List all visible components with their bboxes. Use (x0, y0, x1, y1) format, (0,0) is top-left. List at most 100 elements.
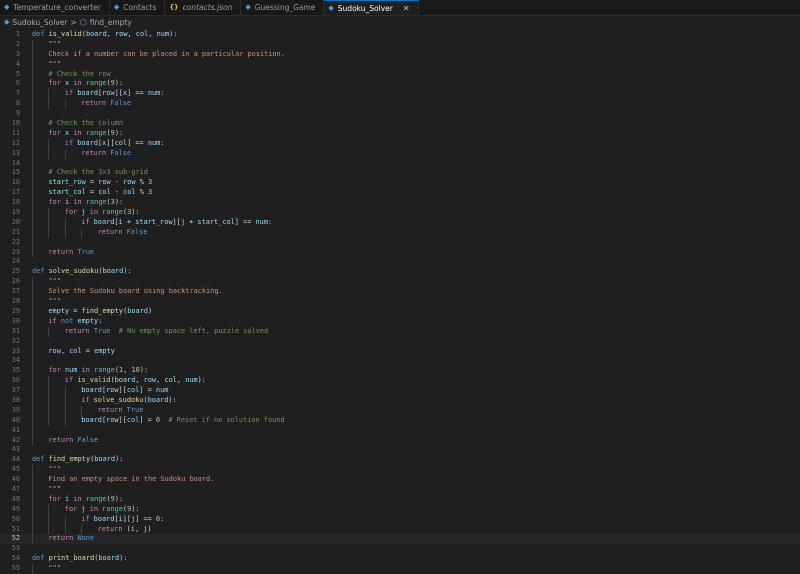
code-line[interactable]: 9 (0, 109, 800, 120)
code-text: # Check the column (48, 119, 123, 129)
code-line[interactable]: 47 """ (0, 484, 800, 495)
code-line[interactable]: 49 for j in range(9): (0, 504, 800, 515)
code-line[interactable]: 21 return False (0, 227, 800, 238)
code-line[interactable]: 55 """ (0, 564, 800, 574)
code-line[interactable]: 15 # Check the 3x3 sub-grid (0, 168, 800, 179)
line-number: 10 (11, 119, 20, 128)
code-line[interactable]: 37 board[row][col] = num (0, 386, 800, 396)
code-token: ): (114, 494, 124, 503)
code-token: ] = (139, 386, 156, 395)
code-line[interactable]: 31 return True # No empty space left, puz… (0, 326, 800, 337)
indent-guide (32, 49, 33, 60)
code-token: ): (114, 198, 124, 207)
code-line[interactable]: 25 def solve_sudoku(board): (0, 267, 800, 277)
close-tab-icon[interactable]: ✕ (403, 4, 410, 13)
code-line[interactable]: 24 (0, 257, 800, 267)
code-line[interactable]: 1 def is_valid(board, row, col, num): (0, 30, 800, 40)
code-line[interactable]: 30 if not empty: (0, 316, 800, 327)
code-line[interactable]: 38 if solve_sudoku(board): (0, 395, 800, 406)
line-number: 24 (11, 257, 20, 266)
code-line[interactable]: 43 (0, 445, 800, 455)
code-token: ][ (114, 89, 123, 98)
code-line[interactable]: 52 return None (0, 534, 800, 545)
code-line[interactable]: 13 return False (0, 148, 800, 159)
code-token: ][ (118, 386, 127, 395)
code-line[interactable]: 29 empty = find_empty(board) (0, 306, 800, 317)
code-line[interactable]: 6 for x in range(9): (0, 79, 800, 90)
code-line[interactable]: 8 return False (0, 99, 800, 110)
code-line[interactable]: 32 (0, 336, 800, 347)
tab-contacts[interactable]: ◆ Contacts (110, 0, 166, 15)
code-token: + (122, 217, 136, 226)
code-line[interactable]: 5 # Check the row (0, 69, 800, 80)
code-token: = (81, 346, 95, 355)
code-token: False (126, 227, 148, 236)
code-line[interactable]: 12 if board[x][col] == num: (0, 138, 800, 149)
tab-contacts-json[interactable]: {} contacts.json (165, 0, 242, 15)
code-line[interactable]: 40 board[row][col] = 0 # Reset if no solu… (0, 415, 800, 426)
code-line[interactable]: 20 if board[i + start_row][j + start_col]… (0, 217, 800, 228)
code-token: num (147, 89, 161, 98)
code-line[interactable]: 14 (0, 158, 800, 169)
tab-guessing-game[interactable]: ◆ Guessing_Game (241, 0, 325, 15)
code-line[interactable]: 34 (0, 356, 800, 367)
indent-guide (48, 227, 50, 238)
indent-guide (48, 376, 50, 387)
code-line[interactable]: 7 if board[row][x] == num: (0, 89, 800, 100)
code-line[interactable]: 18 for i in range(3): (0, 198, 800, 209)
code-token: is_valid (77, 376, 111, 385)
breadcrumb-file[interactable]: Sudoku_Solver (12, 18, 67, 27)
indent-guide (32, 99, 33, 110)
indent-guide (32, 237, 33, 248)
code-line[interactable]: 36 if is_valid(board, row, col, num): (0, 376, 800, 387)
code-token: def (32, 30, 49, 38)
tab-temperature-converter[interactable]: ◆ Temperature_converter (0, 0, 110, 15)
code-line[interactable]: 17 start_col = col - col % 3 (0, 188, 800, 199)
line-number: 1 (15, 30, 20, 38)
indent-guide (81, 524, 83, 535)
indent-guide (32, 188, 33, 199)
code-line[interactable]: 41 (0, 425, 800, 436)
code-token: is_valid (48, 30, 82, 38)
code-line[interactable]: 23 return True (0, 247, 800, 258)
code-line[interactable]: 48 for i in range(9): (0, 494, 800, 505)
code-text: """ (48, 485, 60, 495)
code-line[interactable]: 11 for x in range(9): (0, 128, 800, 139)
code-line[interactable]: 45 """ (0, 465, 800, 476)
code-line[interactable]: 4 """ (0, 59, 800, 70)
line-number: 45 (11, 465, 20, 474)
code-token: - (110, 188, 124, 197)
code-line[interactable]: 54 def print_board(board): (0, 554, 800, 564)
code-line[interactable]: 3 Check if a number can be placed in a pa… (0, 49, 800, 60)
code-line[interactable]: 22 (0, 237, 800, 248)
code-line[interactable]: 19 for j in range(3): (0, 208, 800, 218)
code-editor[interactable]: 1 def is_valid(board, row, col, num): 2 """… (0, 28, 800, 574)
code-text: # Check the 3x3 sub-grid (48, 168, 148, 178)
code-token: for (48, 198, 65, 207)
code-line[interactable]: 44 def find_empty(board): (0, 455, 800, 465)
code-line[interactable]: 46 Find an empty space in the Sudoku boar… (0, 475, 800, 485)
code-line[interactable]: 26 """ (0, 277, 800, 288)
code-line[interactable]: 42 return False (0, 435, 800, 446)
tab-sudoku-solver[interactable]: ◆ Sudoku_Solver ✕ (324, 0, 419, 15)
code-line[interactable]: 27 Solve the Sudoku board using backtrack… (0, 287, 800, 298)
code-line[interactable]: 35 for num in range(1, 10): (0, 366, 800, 377)
code-line[interactable]: 16 start_row = row - row % 3 (0, 178, 800, 189)
code-line[interactable]: 28 """ (0, 297, 800, 307)
code-token: : (160, 514, 165, 523)
code-line[interactable]: 10 # Check the column (0, 119, 800, 129)
code-line[interactable]: 39 return True (0, 405, 800, 416)
code-line[interactable]: 33 row, col = empty (0, 346, 800, 357)
breadcrumb-symbol[interactable]: find_empty (90, 18, 132, 27)
indent-guide (48, 138, 50, 149)
code-line[interactable]: 50 if board[i][j] == 0: (0, 514, 800, 525)
code-text: """ (48, 564, 60, 574)
code-line[interactable]: 2 """ (0, 39, 800, 50)
indent-guide (32, 376, 33, 387)
code-line[interactable]: 51 return (i, j) (0, 524, 800, 535)
code-token: not (60, 316, 78, 325)
line-number: 14 (11, 158, 20, 167)
code-line[interactable]: 53 (0, 544, 800, 554)
indent-guide (64, 405, 66, 416)
code-token: : (160, 89, 165, 98)
